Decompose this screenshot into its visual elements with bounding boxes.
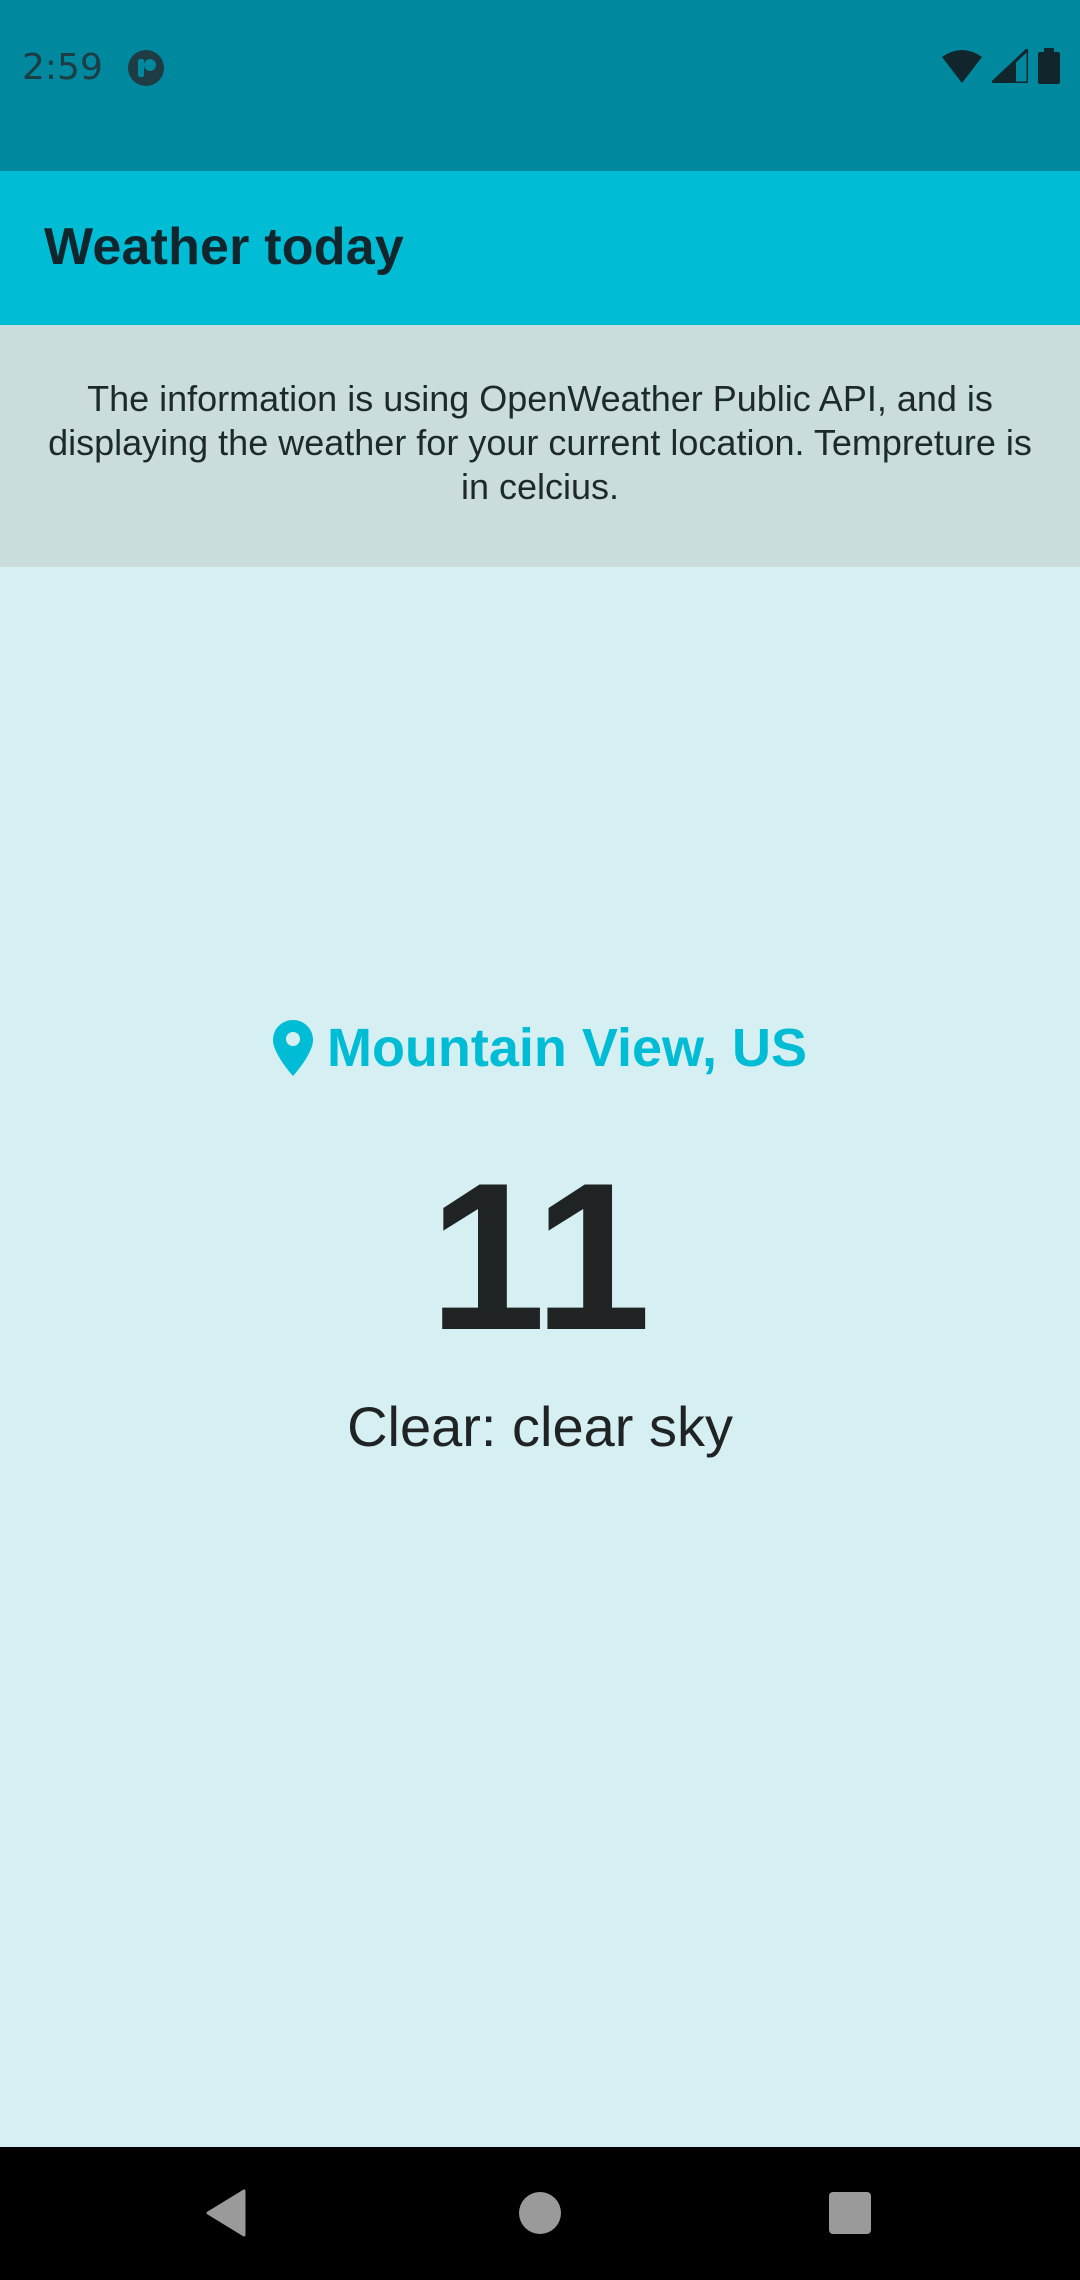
signal-icon xyxy=(988,45,1030,88)
temperature-value: 11 xyxy=(429,1139,651,1374)
app-title: Weather today xyxy=(44,218,404,276)
info-text: The information is using OpenWeather Pub… xyxy=(48,378,1032,507)
info-panel: The information is using OpenWeather Pub… xyxy=(0,325,1080,567)
status-time: 2:59 xyxy=(22,47,103,88)
weather-condition: Clear: clear sky xyxy=(347,1395,733,1458)
weather-panel: Mountain View, US 11 Clear: clear sky xyxy=(0,567,1080,2147)
app-bar: Weather today xyxy=(0,171,1080,325)
status-icons xyxy=(942,45,1060,89)
recents-icon xyxy=(828,2191,872,2240)
back-icon xyxy=(204,2189,248,2242)
location-label: Mountain View, US xyxy=(326,1018,808,1078)
notification-app-icon xyxy=(127,49,165,87)
location-pin-icon xyxy=(272,1020,313,1076)
home-icon xyxy=(518,2191,562,2240)
navigation-bar xyxy=(0,2147,1080,2280)
back-button[interactable] xyxy=(196,2185,256,2245)
home-button[interactable] xyxy=(510,2185,570,2245)
location-row: Mountain View, US xyxy=(0,1015,1080,1081)
status-bar: 2:59 xyxy=(0,0,1080,171)
wifi-icon xyxy=(942,49,982,88)
battery-icon xyxy=(1038,47,1060,89)
recents-button[interactable] xyxy=(820,2185,880,2245)
